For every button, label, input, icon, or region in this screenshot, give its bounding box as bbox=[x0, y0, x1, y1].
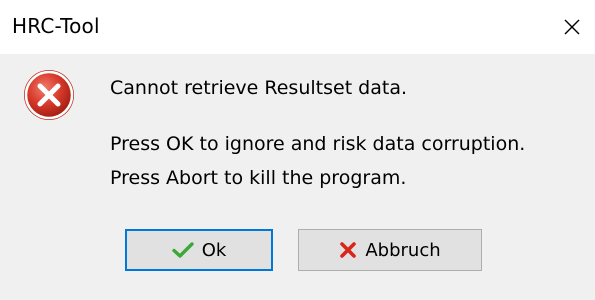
checkmark-icon bbox=[172, 241, 194, 259]
x-mark-icon bbox=[339, 241, 357, 259]
abort-button[interactable]: Abbruch bbox=[298, 229, 482, 271]
title-bar: HRC-Tool bbox=[0, 0, 595, 54]
dialog-body: Cannot retrieve Resultset data. Press OK… bbox=[0, 54, 595, 300]
ok-button-label: Ok bbox=[201, 239, 227, 261]
ok-button[interactable]: Ok bbox=[125, 229, 273, 271]
window-title: HRC-Tool bbox=[12, 14, 100, 38]
error-message: Cannot retrieve Resultset data. bbox=[110, 77, 408, 99]
error-icon bbox=[22, 68, 76, 122]
ok-instruction: Press OK to ignore and risk data corrupt… bbox=[110, 133, 526, 155]
close-button[interactable] bbox=[549, 0, 595, 54]
abort-button-label: Abbruch bbox=[365, 239, 441, 261]
close-icon bbox=[563, 18, 581, 36]
abort-instruction: Press Abort to kill the program. bbox=[110, 167, 407, 189]
